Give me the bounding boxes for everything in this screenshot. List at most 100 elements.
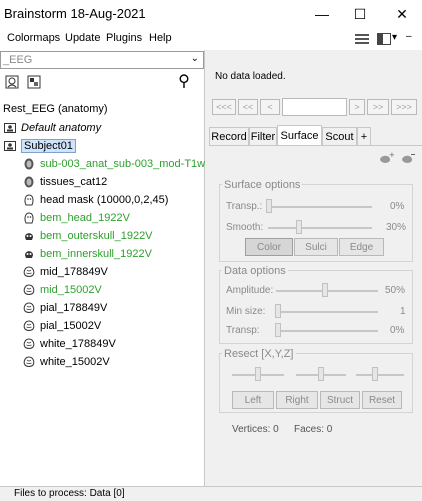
surface-transp-label: Transp.: <box>226 201 263 212</box>
data-transp-slider[interactable] <box>276 330 378 332</box>
smooth-thumb[interactable] <box>296 220 302 234</box>
data-options-title: Data options <box>222 265 288 277</box>
functional-view-icon[interactable] <box>26 74 42 90</box>
tab-filter[interactable]: Filter <box>249 127 277 145</box>
tree-item-label: mid_178849V <box>40 266 108 278</box>
surface-transp-thumb[interactable] <box>266 199 272 213</box>
surface-transp-slider[interactable] <box>268 206 372 208</box>
mri-icon <box>22 157 36 171</box>
resect-title: Resect [X,Y,Z] <box>222 348 296 360</box>
cortex-icon <box>22 265 36 279</box>
tab-surface[interactable]: Surface <box>277 125 322 145</box>
close-button[interactable]: ✕ <box>382 0 422 28</box>
nav-first-button[interactable]: <<< <box>212 99 236 115</box>
cortex-icon <box>22 301 36 315</box>
amplitude-value: 50% <box>385 285 406 296</box>
resect-x-thumb[interactable] <box>255 367 261 381</box>
tree-item-label: bem_innerskull_1922V <box>40 248 152 260</box>
surface-options-title: Surface options <box>222 179 303 191</box>
data-transp-value: 0% <box>390 325 405 336</box>
edge-button[interactable]: Edge <box>339 238 384 256</box>
files-to-process: Files to process: Data [0] <box>14 488 125 499</box>
tree-item-label: pial_178849V <box>40 302 108 314</box>
layout-dropdown-icon[interactable]: ▾ <box>392 32 397 43</box>
tree-item[interactable]: bem_innerskull_1922V <box>22 245 152 263</box>
menu-plugins[interactable]: Plugins <box>106 32 142 44</box>
tree-item[interactable]: white_15002V <box>22 353 110 371</box>
amplitude-label: Amplitude: <box>226 285 274 296</box>
protocol-select[interactable]: _EEG ⌄ <box>0 51 204 69</box>
cortex-icon <box>22 337 36 351</box>
nav-prev-page-button[interactable]: << <box>238 99 258 115</box>
pin-icon[interactable]: ‒ <box>406 31 412 42</box>
tree-item[interactable]: pial_15002V <box>22 317 101 335</box>
min-size-thumb[interactable] <box>275 304 281 318</box>
tree-item[interactable]: pial_178849V <box>22 299 107 317</box>
head-icon <box>22 211 36 225</box>
remove-surface-icon[interactable] <box>400 151 416 167</box>
list-icon[interactable] <box>354 31 370 47</box>
tree-item-label: mid_15002V <box>40 284 102 296</box>
protocol-root-label: Rest_EEG (anatomy) <box>3 103 108 115</box>
min-size-value: 1 <box>400 306 406 317</box>
menu-update[interactable]: Update <box>65 32 100 44</box>
tab-scout[interactable]: Scout <box>322 127 357 145</box>
tree-item[interactable]: Subject01 <box>3 137 76 155</box>
maximize-button[interactable]: ☐ <box>340 0 380 28</box>
nav-last-button[interactable]: >>> <box>391 99 417 115</box>
resect-z-thumb[interactable] <box>372 367 378 381</box>
cortex-icon <box>22 283 36 297</box>
resect-struct-button[interactable]: Struct <box>320 391 360 409</box>
tree-item[interactable]: mid_178849V <box>22 263 108 281</box>
smooth-value: 30% <box>386 222 407 233</box>
sulci-button[interactable]: Sulci <box>294 238 338 256</box>
subject-icon <box>3 139 17 153</box>
nav-next-page-button[interactable]: >> <box>367 99 389 115</box>
vertices-count: Vertices: 0 <box>232 424 279 435</box>
resect-y-thumb[interactable] <box>318 367 324 381</box>
head-icon <box>22 193 36 207</box>
smooth-slider[interactable] <box>268 227 372 229</box>
tree-item-label: bem_head_1922V <box>40 212 130 224</box>
nav-prev-button[interactable]: < <box>260 99 280 115</box>
mri-icon <box>22 175 36 189</box>
tree-item[interactable]: bem_head_1922V <box>22 209 130 227</box>
nav-next-button[interactable]: > <box>349 99 365 115</box>
tree-item[interactable]: mid_15002V <box>22 281 102 299</box>
add-surface-icon[interactable]: + <box>378 151 394 167</box>
resect-reset-button[interactable]: Reset <box>362 391 402 409</box>
color-button[interactable]: Color <box>245 238 293 256</box>
tree-item[interactable]: tissues_cat12 <box>22 173 107 191</box>
subject-icon <box>3 121 17 135</box>
tree-item[interactable]: Default anatomy <box>3 119 101 137</box>
skull-icon <box>22 247 36 261</box>
menu-colormaps[interactable]: Colormaps <box>7 32 60 44</box>
data-transp-thumb[interactable] <box>275 323 281 337</box>
faces-count: Faces: 0 <box>294 424 333 435</box>
menu-help[interactable]: Help <box>149 32 172 44</box>
resect-left-button[interactable]: Left <box>232 391 274 409</box>
minimize-button[interactable]: — <box>302 0 342 28</box>
smooth-label: Smooth: <box>226 222 264 233</box>
tree-item-label: white_15002V <box>40 356 110 368</box>
tab-add[interactable]: + <box>357 127 371 145</box>
svg-text:+: + <box>389 152 394 159</box>
tree-item-label: Subject01 <box>21 139 76 153</box>
surface-transp-value: 0% <box>390 201 405 212</box>
resect-z-slider[interactable] <box>356 374 404 376</box>
tree-item[interactable]: sub-003_anat_sub-003_mod-T1w_d <box>22 155 217 173</box>
layout-icon[interactable] <box>376 31 392 47</box>
tree-item[interactable]: white_178849V <box>22 335 116 353</box>
anatomy-view-icon[interactable] <box>4 74 20 90</box>
menu-bar: Colormaps Update Plugins Help ▾ ‒ <box>0 28 422 50</box>
tree-item-label: Default anatomy <box>21 122 102 134</box>
time-field[interactable] <box>282 98 347 116</box>
tab-record[interactable]: Record <box>209 127 249 145</box>
tree-item[interactable]: bem_outerskull_1922V <box>22 227 153 245</box>
tree-item[interactable]: head mask (10000,0,2,45) <box>22 191 168 209</box>
chevron-down-icon: ⌄ <box>190 53 199 64</box>
search-icon[interactable]: ⚲ <box>176 73 192 90</box>
min-size-slider[interactable] <box>276 311 378 313</box>
amplitude-thumb[interactable] <box>322 283 328 297</box>
resect-right-button[interactable]: Right <box>276 391 318 409</box>
